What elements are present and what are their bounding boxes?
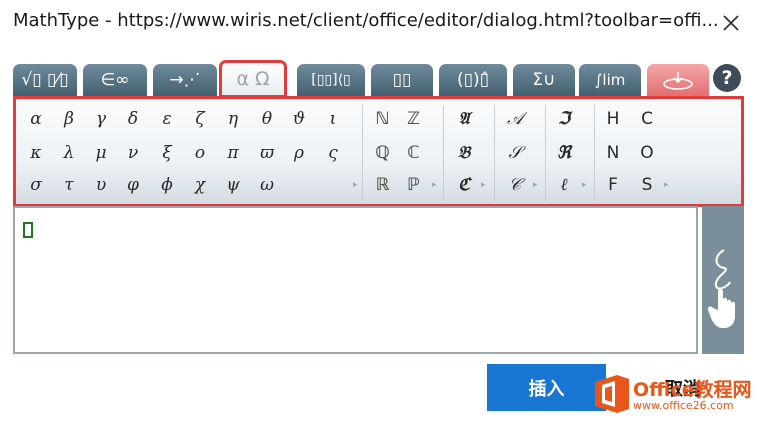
symbol-varphi[interactable]: ϕ xyxy=(154,172,180,198)
ell-more-arrow-icon[interactable]: ▸ xyxy=(582,180,587,190)
symbol-alpha[interactable]: α xyxy=(23,106,49,132)
tab-symbols[interactable]: ∈∞ xyxy=(83,64,147,96)
handwriting-hand-icon xyxy=(707,249,735,328)
symbol-xi[interactable]: ξ xyxy=(154,140,180,166)
symbol-varpi[interactable]: ϖ xyxy=(254,140,280,166)
script-more-arrow-icon[interactable]: ▸ xyxy=(533,180,538,190)
symbol-kappa[interactable]: κ xyxy=(23,140,49,166)
tab-greek[interactable]: α Ω xyxy=(219,60,287,98)
symbols-tab-icon: ∈∞ xyxy=(100,70,130,90)
greek-more-arrow-icon[interactable]: ▸ xyxy=(353,180,358,190)
tab-matrices[interactable]: [▯▯]⟨▯ xyxy=(297,64,365,96)
symbol-n[interactable]: N xyxy=(600,140,626,166)
arrows-tab-icon: →⋰ xyxy=(169,70,201,90)
watermark-name: Office教程网 xyxy=(633,379,752,401)
symbol-complex[interactable]: ℂ xyxy=(400,140,426,166)
contextual-tab-icon xyxy=(663,72,693,90)
symbol-naturals[interactable]: ℕ xyxy=(369,106,395,132)
tab-general[interactable]: √▯ ▯⁄▯ xyxy=(13,64,77,96)
tab-arrows[interactable]: →⋰ xyxy=(153,64,217,96)
symbol-omicron[interactable]: ο xyxy=(187,140,213,166)
palette-divider xyxy=(443,105,444,201)
symbol-reals[interactable]: ℝ xyxy=(369,172,395,198)
symbol-sigma[interactable]: σ xyxy=(23,172,49,198)
symbol-upsilon[interactable]: υ xyxy=(88,172,114,198)
symbol-theta[interactable]: θ xyxy=(254,106,280,132)
palette-divider xyxy=(494,105,495,201)
symbol-integers[interactable]: ℤ xyxy=(400,106,426,132)
tab-scripts[interactable]: ▯▯ xyxy=(371,64,433,96)
symbol-lambda[interactable]: λ xyxy=(56,140,82,166)
title-bar: MathType - https://www.wiris.net/client/… xyxy=(0,0,757,46)
close-icon xyxy=(723,15,739,31)
symbol-beta[interactable]: β xyxy=(56,106,82,132)
tab-big-operators[interactable]: Σ∪ xyxy=(513,64,575,96)
scripts-tab-icon: ▯▯ xyxy=(392,70,412,90)
symbol-mu[interactable]: μ xyxy=(88,140,114,166)
symbol-final-sigma[interactable]: ς xyxy=(320,140,346,166)
symbol-f[interactable]: F xyxy=(600,172,626,198)
symbol-s[interactable]: S xyxy=(634,172,660,198)
symbol-zeta[interactable]: ζ xyxy=(187,106,213,132)
symbol-epsilon[interactable]: ε xyxy=(154,106,180,132)
symbol-fraktur-c[interactable]: ℭ xyxy=(451,172,477,198)
symbol-fraktur-a[interactable]: 𝔄 xyxy=(451,106,477,132)
symbol-script-c[interactable]: 𝒞 xyxy=(502,172,528,198)
symbol-iota[interactable]: ι xyxy=(320,106,346,132)
close-button[interactable] xyxy=(718,10,744,36)
office-logo-icon xyxy=(595,375,629,413)
tab-calculus[interactable]: ∫lim xyxy=(579,64,641,96)
symbol-chi[interactable]: χ xyxy=(187,172,213,198)
window-title: MathType - https://www.wiris.net/client/… xyxy=(13,10,719,31)
symbol-o[interactable]: O xyxy=(634,140,660,166)
doublestruck-more-arrow-icon[interactable]: ▸ xyxy=(432,180,437,190)
palette-divider xyxy=(594,105,595,201)
brackets-tab-icon: (▯)▯̂ xyxy=(457,70,489,90)
matrices-tab-icon: [▯▯]⟨▯ xyxy=(311,72,351,88)
symbol-delta[interactable]: δ xyxy=(120,106,146,132)
greek-tab-icon: α Ω xyxy=(236,68,270,90)
symbol-primes[interactable]: ℙ xyxy=(400,172,426,198)
symbol-rationals[interactable]: ℚ xyxy=(369,140,395,166)
general-tab-icon: √▯ ▯⁄▯ xyxy=(21,70,69,90)
symbol-script-s[interactable]: 𝒮 xyxy=(502,140,528,166)
symbol-eta[interactable]: η xyxy=(220,106,246,132)
symbol-psi[interactable]: ψ xyxy=(220,172,246,198)
symbol-nu[interactable]: ν xyxy=(120,140,146,166)
palette-divider xyxy=(362,105,363,201)
symbol-script-a[interactable]: 𝒜 xyxy=(502,106,528,132)
symbol-pi[interactable]: π xyxy=(220,140,246,166)
symbol-tau[interactable]: τ xyxy=(56,172,82,198)
symbol-imaginary-part[interactable]: ℑ xyxy=(551,106,577,132)
toolbar-tabs: √▯ ▯⁄▯ ∈∞ →⋰ α Ω [▯▯]⟨▯ ▯▯ (▯)▯̂ Σ∪ ∫lim xyxy=(13,60,743,98)
symbol-phi[interactable]: φ xyxy=(120,172,146,198)
formula-placeholder-box xyxy=(23,222,33,238)
greek-symbol-palette: α β γ δ ε ζ η θ ϑ ι κ λ μ ν ξ ο π ϖ ρ ς … xyxy=(13,96,744,207)
tab-contextual[interactable] xyxy=(647,64,709,96)
fraktur-more-arrow-icon[interactable]: ▸ xyxy=(481,180,486,190)
watermark: Office教程网 www.office26.com xyxy=(589,368,757,420)
formula-editor[interactable] xyxy=(13,206,698,354)
watermark-url: www.office26.com xyxy=(633,399,734,412)
symbol-gamma[interactable]: γ xyxy=(88,106,114,132)
symbol-omega[interactable]: ω xyxy=(254,172,280,198)
symbol-h[interactable]: H xyxy=(600,106,626,132)
handwriting-mode-button[interactable] xyxy=(702,206,744,354)
symbol-ell[interactable]: ℓ xyxy=(551,172,577,198)
symbol-rho[interactable]: ρ xyxy=(286,140,312,166)
palette-divider xyxy=(545,105,546,201)
tab-brackets[interactable]: (▯)▯̂ xyxy=(439,64,507,96)
symbol-c[interactable]: C xyxy=(634,106,660,132)
symbol-fraktur-b[interactable]: 𝔅 xyxy=(451,140,477,166)
latin-more-arrow-icon[interactable]: ▸ xyxy=(664,180,669,190)
symbol-real-part[interactable]: ℜ xyxy=(551,140,577,166)
symbol-vartheta[interactable]: ϑ xyxy=(286,106,312,132)
calculus-tab-icon: ∫lim xyxy=(594,71,626,89)
help-button[interactable]: ? xyxy=(713,64,741,92)
bigops-tab-icon: Σ∪ xyxy=(532,70,556,90)
